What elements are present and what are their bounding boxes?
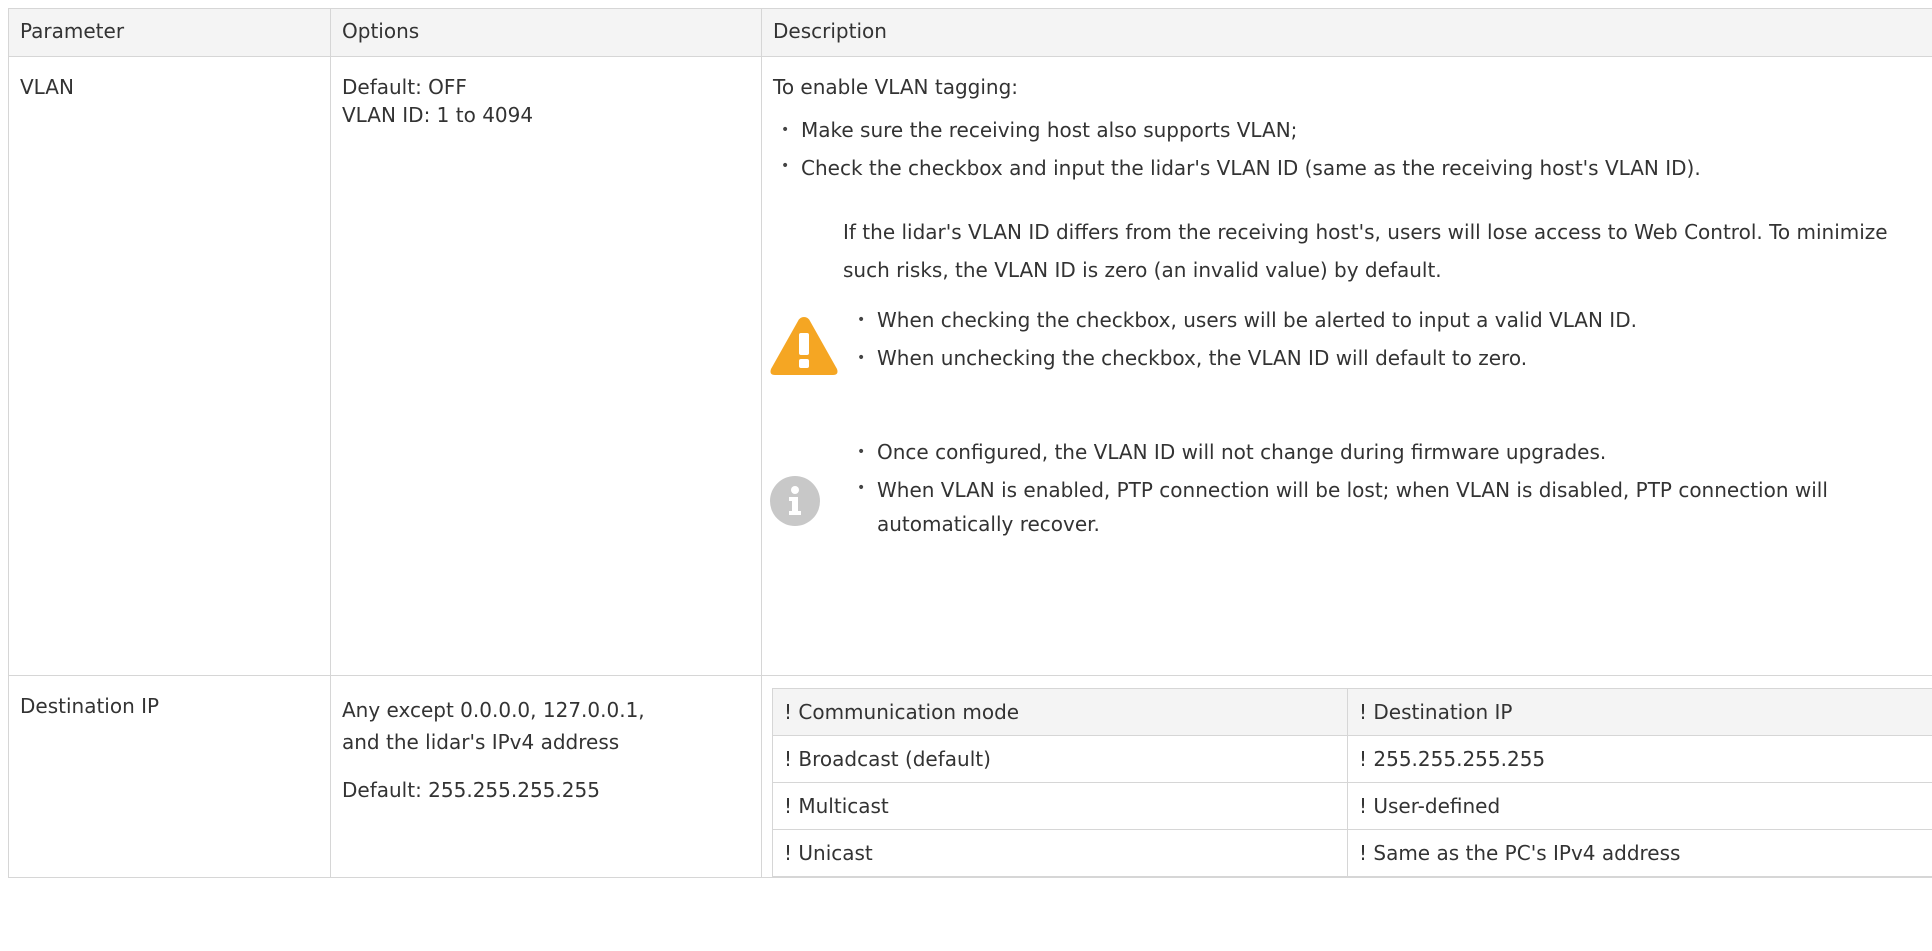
list-item: Check the checkbox and input the lidar's… (781, 149, 1932, 185)
table-row: ! Multicast ! User-defined (772, 782, 1932, 830)
destination-cell: ! 255.255.255.255 (1347, 735, 1932, 783)
list-item: When VLAN is enabled, PTP connection wil… (857, 471, 1932, 541)
vlan-description-cell: To enable VLAN tagging: Make sure the re… (761, 56, 1932, 676)
warning-admonition: If the lidar's VLAN ID differs from the … (770, 213, 1932, 377)
list-item: Make sure the receiving host also suppor… (781, 111, 1932, 149)
vlan-option-default: Default: OFF (342, 75, 467, 99)
column-header-description: Description (761, 8, 1932, 57)
list-item: When checking the checkbox, users will b… (857, 301, 1932, 339)
warning-bullets: When checking the checkbox, users will b… (843, 301, 1932, 377)
vlan-intro: To enable VLAN tagging: (773, 75, 1018, 99)
column-header-parameter: Parameter (8, 8, 331, 57)
destination-column-header: ! Destination IP (1347, 688, 1932, 736)
document-page: Parameter Options Description VLAN Defau… (0, 0, 1932, 951)
table-row: ! Unicast ! Same as the PC's IPv4 addres… (772, 829, 1932, 877)
note-bullets: Once configured, the VLAN ID will not ch… (843, 433, 1932, 541)
destination-ip-option-default: Default: 255.255.255.255 (342, 778, 600, 802)
mode-cell: ! Broadcast (default) (772, 735, 1348, 783)
table-row: ! Communication mode ! Destination IP (772, 688, 1932, 736)
mode-column-header: ! Communication mode (772, 688, 1348, 736)
communication-mode-table: ! Communication mode ! Destination IP ! … (772, 688, 1932, 877)
destination-cell: ! Same as the PC's IPv4 address (1347, 829, 1932, 877)
table-row: ! Broadcast (default) ! 255.255.255.255 (772, 735, 1932, 783)
vlan-steps-list: Make sure the receiving host also suppor… (773, 111, 1932, 185)
vlan-option-id-range: VLAN ID: 1 to 4094 (342, 103, 534, 127)
parameters-table: Parameter Options Description VLAN Defau… (8, 8, 1932, 878)
table-header-row: Parameter Options Description (8, 8, 1932, 57)
info-icon (767, 473, 823, 529)
table-row-vlan: VLAN Default: OFF VLAN ID: 1 to 4094 To … (8, 56, 1932, 676)
note-admonition: Once configured, the VLAN ID will not ch… (770, 433, 1932, 541)
destination-ip-option-line-2: and the lidar's IPv4 address (342, 730, 620, 754)
vlan-options-cell: Default: OFF VLAN ID: 1 to 4094 (330, 56, 762, 676)
list-item: Once configured, the VLAN ID will not ch… (857, 433, 1932, 471)
list-item: When unchecking the checkbox, the VLAN I… (857, 339, 1932, 377)
warning-text: If the lidar's VLAN ID differs from the … (843, 220, 1888, 282)
destination-cell: ! User-defined (1347, 782, 1932, 830)
vlan-parameter-cell: VLAN (8, 56, 331, 676)
column-header-options: Options (330, 8, 762, 57)
destination-ip-description-cell: ! Communication mode ! Destination IP ! … (761, 675, 1932, 878)
mode-cell: ! Multicast (772, 782, 1348, 830)
destination-ip-option-line-1: Any except 0.0.0.0, 127.0.0.1, (342, 698, 645, 722)
destination-ip-options-cell: Any except 0.0.0.0, 127.0.0.1, and the l… (330, 675, 762, 878)
destination-ip-parameter-cell: Destination IP (8, 675, 331, 878)
warning-icon (767, 313, 841, 379)
mode-cell: ! Unicast (772, 829, 1348, 877)
table-row-destination-ip: Destination IP Any except 0.0.0.0, 127.0… (8, 675, 1932, 878)
